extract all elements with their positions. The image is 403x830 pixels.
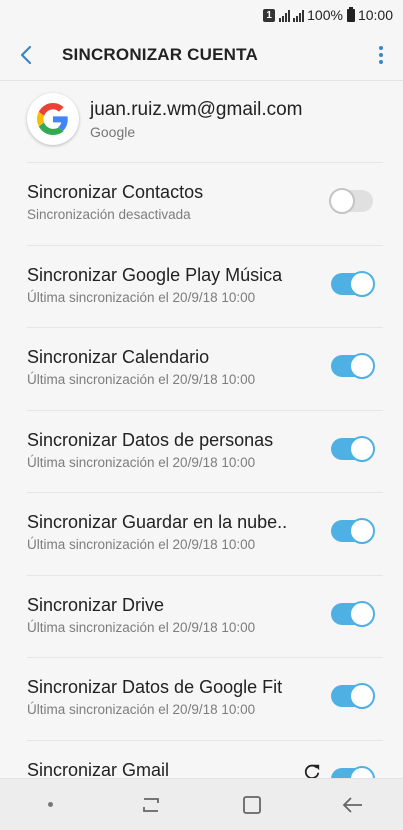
status-time: 10:00 xyxy=(357,7,393,23)
chevron-left-icon xyxy=(20,45,32,65)
sync-item-google-fit[interactable]: Sincronizar Datos de Google Fit Última s… xyxy=(0,657,403,740)
sync-item-title: Sincronizar Datos de Google Fit xyxy=(27,677,283,697)
toggle-knob xyxy=(349,600,375,627)
divider xyxy=(27,409,383,411)
divider xyxy=(27,657,383,658)
divider xyxy=(27,327,383,328)
sync-item-play-musica[interactable]: Sincronizar Google Play Música Última si… xyxy=(0,244,403,328)
account-row: juan.ruiz.wm@gmail.com Google xyxy=(27,88,383,150)
toggle-knob xyxy=(349,683,375,709)
divider xyxy=(27,739,383,741)
more-options-button[interactable] xyxy=(359,30,403,80)
sync-item-title: Sincronizar Google Play Música xyxy=(27,264,283,285)
back-button[interactable] xyxy=(0,30,52,80)
dot-icon xyxy=(47,802,53,807)
screen: 1 100% 10:00 SINCRONIZAR CUENTA juan.rui… xyxy=(0,0,403,830)
sync-toggle[interactable] xyxy=(329,188,373,214)
toggle-knob xyxy=(349,270,375,297)
home-icon xyxy=(242,795,261,814)
nav-back-button[interactable] xyxy=(333,785,373,825)
sync-toggle[interactable] xyxy=(331,270,375,297)
sync-item-contactos[interactable]: Sincronizar Contactos Sincronización des… xyxy=(0,162,403,245)
sync-toggle[interactable] xyxy=(331,518,375,544)
status-bar: 1 100% 10:00 xyxy=(0,0,403,30)
sync-item-calendario[interactable]: Sincronizar Calendario Última sincroniza… xyxy=(0,327,403,410)
recent-apps-icon xyxy=(143,797,160,812)
recent-apps-button[interactable] xyxy=(131,785,171,825)
toggle-knob xyxy=(349,518,375,544)
divider xyxy=(27,574,383,576)
sync-item-subtitle: Sincronización desactivada xyxy=(27,207,191,222)
battery-icon xyxy=(346,6,355,22)
account-type: Google xyxy=(90,123,136,140)
home-button[interactable] xyxy=(232,785,272,825)
refresh-icon xyxy=(304,764,320,779)
sync-toggle[interactable] xyxy=(331,353,375,379)
account-info: juan.ruiz.wm@gmail.com Google xyxy=(90,99,303,140)
divider xyxy=(27,492,383,493)
sync-item-subtitle: Última sincronización el 20/9/18 10:00 xyxy=(27,619,256,635)
signal-2-icon xyxy=(293,9,305,22)
divider xyxy=(27,162,383,163)
sync-item-subtitle: Última sincronización el 20/9/18 10:00 xyxy=(27,702,256,717)
sync-toggle[interactable] xyxy=(331,600,375,627)
divider xyxy=(27,244,383,246)
sync-item-subtitle: Última sincronización el 20/9/18 10:00 xyxy=(27,454,256,470)
account-avatar xyxy=(27,93,79,145)
sync-toggle[interactable] xyxy=(331,683,375,709)
sync-item-title: Sincronizar Calendario xyxy=(27,347,210,367)
sync-item-subtitle: Última sincronización el 20/9/18 10:00 xyxy=(27,289,256,305)
sync-item-title: Sincronizar Contactos xyxy=(27,182,204,202)
sync-item-datos-personas[interactable]: Sincronizar Datos de personas Última sin… xyxy=(0,409,403,493)
sim-icon: 1 xyxy=(263,8,276,22)
toggle-knob xyxy=(329,188,355,214)
back-arrow-icon xyxy=(342,796,362,813)
page-title: SINCRONIZAR CUENTA xyxy=(62,45,258,64)
header-divider xyxy=(0,80,403,81)
sync-item-subtitle: Última sincronización el 20/9/18 10:00 xyxy=(27,537,256,552)
app-header: SINCRONIZAR CUENTA xyxy=(0,30,403,80)
google-logo-icon xyxy=(37,103,68,135)
navigation-bar xyxy=(0,778,403,830)
battery-percent: 100% xyxy=(307,7,343,23)
sync-item-guardar-nube[interactable]: Sincronizar Guardar en la nube.. Última … xyxy=(0,492,403,575)
sync-item-title: Sincronizar Guardar en la nube.. xyxy=(27,512,288,532)
sync-toggle[interactable] xyxy=(331,435,375,462)
more-vertical-icon xyxy=(379,46,383,50)
sync-item-drive[interactable]: Sincronizar Drive Última sincronización … xyxy=(0,574,403,658)
sync-item-title: Sincronizar Drive xyxy=(27,594,165,615)
signal-icon xyxy=(279,9,291,22)
account-email: juan.ruiz.wm@gmail.com xyxy=(90,98,303,120)
sync-list: Sincronizar Contactos Sincronización des… xyxy=(0,162,403,822)
toggle-knob xyxy=(349,435,375,462)
sync-item-subtitle: Última sincronización el 20/9/18 10:00 xyxy=(27,372,256,387)
sync-item-title: Sincronizar Datos de personas xyxy=(27,429,274,450)
nav-dot-button[interactable] xyxy=(30,785,70,825)
toggle-knob xyxy=(349,353,375,379)
